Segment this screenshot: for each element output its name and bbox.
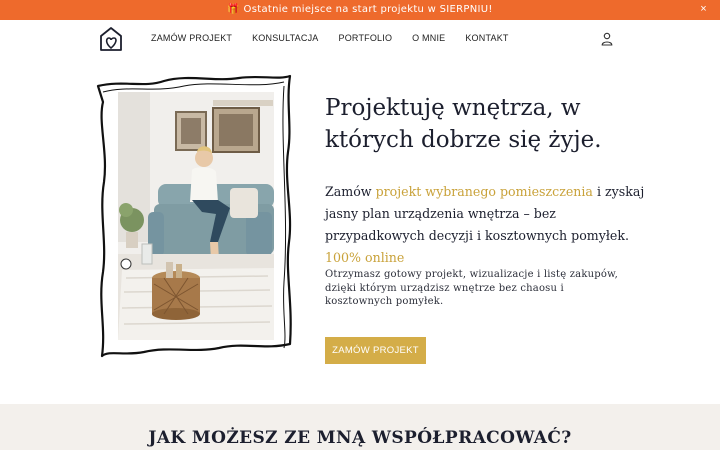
- close-icon[interactable]: ×: [697, 3, 710, 16]
- hero-photo: [118, 92, 274, 340]
- hero-description: Otrzymasz gotowy projekt, wizualizacje i…: [325, 269, 619, 307]
- main-nav: ZAMÓW PROJEKT KONSULTACJA PORTFOLIO O MN…: [151, 33, 529, 43]
- announcement-bar: 🎁 Ostatnie miejsce na start projektu w S…: [0, 0, 720, 20]
- site-header: ZAMÓW PROJEKT KONSULTACJA PORTFOLIO O MN…: [0, 20, 720, 60]
- lead-accent: projekt wybranego pomieszczenia: [375, 184, 593, 199]
- nav-item-portfolio[interactable]: PORTFOLIO: [339, 33, 393, 43]
- hero-lead: Zamów projekt wybranego pomieszczenia i …: [325, 181, 645, 269]
- user-icon[interactable]: [601, 32, 613, 46]
- nav-item-about[interactable]: O MNIE: [412, 33, 445, 43]
- section-title: JAK MOŻESZ ZE MNĄ WSPÓŁPRACOWAĆ?: [148, 428, 572, 448]
- nav-item-contact[interactable]: KONTAKT: [465, 33, 508, 43]
- house-heart-icon[interactable]: [99, 26, 123, 52]
- lead-prefix: Zamów: [325, 184, 376, 199]
- hero-photo-illustration: [118, 92, 274, 340]
- cooperation-section: JAK MOŻESZ ZE MNĄ WSPÓŁPRACOWAĆ?: [0, 404, 720, 450]
- hero-photo-frame: [94, 72, 300, 362]
- nav-item-consultation[interactable]: KONSULTACJA: [252, 33, 318, 43]
- announcement-text: 🎁 Ostatnie miejsce na start projektu w S…: [227, 4, 493, 15]
- order-project-button[interactable]: ZAMÓW PROJEKT: [325, 337, 426, 364]
- lead-online: 100% online: [325, 250, 405, 265]
- nav-item-order-project[interactable]: ZAMÓW PROJEKT: [151, 33, 232, 43]
- hero-title: Projektuję wnętrza, w których dobrze się…: [325, 95, 602, 153]
